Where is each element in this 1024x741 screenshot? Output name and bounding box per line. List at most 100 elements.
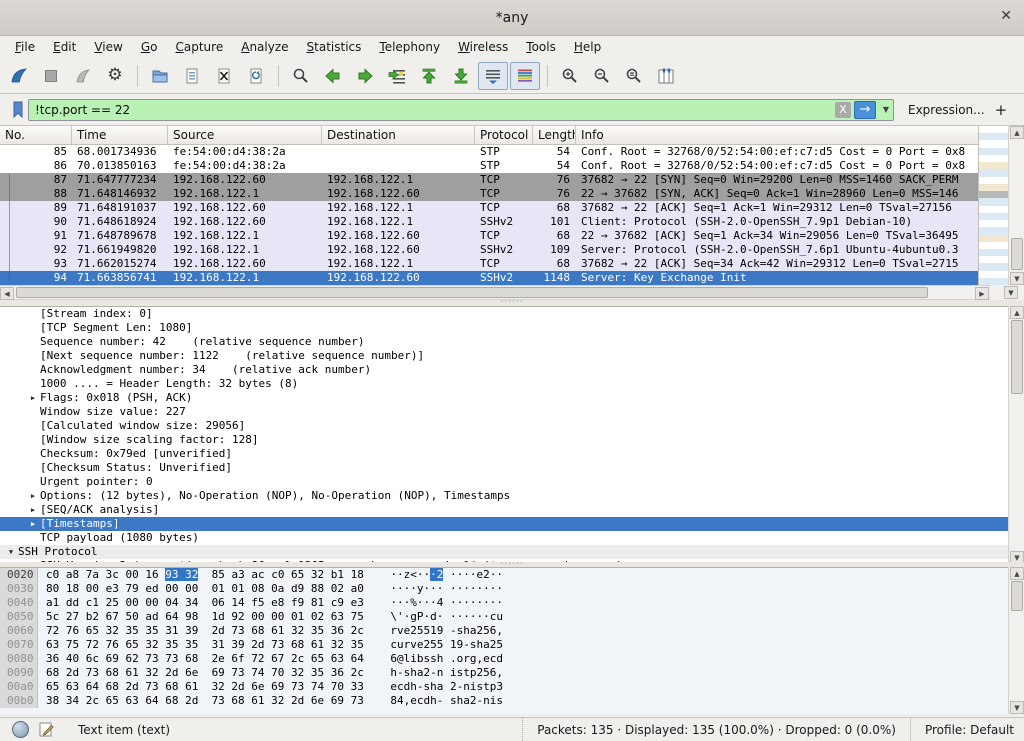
detail-vscrollbar[interactable]: ▲ ▼ bbox=[1008, 306, 1024, 564]
filter-dropdown-icon[interactable]: ▼ bbox=[879, 105, 893, 114]
detail-line[interactable]: Checksum: 0x79ed [unverified] bbox=[0, 447, 1008, 461]
menu-item-analyze[interactable]: Analyze bbox=[232, 38, 297, 56]
capture-options-icon[interactable]: ⚙ bbox=[100, 62, 130, 90]
expert-info-icon[interactable] bbox=[12, 721, 29, 738]
intelligent-scrollbar[interactable] bbox=[978, 126, 1008, 285]
column-header-destination[interactable]: Destination bbox=[322, 126, 475, 144]
scroll-thumb[interactable] bbox=[1011, 581, 1023, 611]
detail-line[interactable]: [Calculated window size: 29056] bbox=[0, 419, 1008, 433]
scroll-thumb[interactable] bbox=[16, 287, 928, 298]
column-header-no[interactable]: No. bbox=[0, 126, 72, 144]
filter-apply-icon[interactable]: → bbox=[854, 101, 876, 119]
hex-row[interactable]: 00505c 27 b2 67 50 ad 64 98 1d 92 00 00 … bbox=[0, 610, 1008, 624]
detail-line[interactable]: Urgent pointer: 0 bbox=[0, 475, 1008, 489]
menu-item-capture[interactable]: Capture bbox=[166, 38, 232, 56]
filter-bookmark-icon[interactable] bbox=[8, 99, 28, 121]
scroll-down-icon[interactable]: ▼ bbox=[1010, 272, 1024, 285]
hex-row[interactable]: 0020c0 a8 7a 3c 00 16 93 32 85 a3 ac c0 … bbox=[0, 568, 1008, 582]
menu-item-tools[interactable]: Tools bbox=[517, 38, 565, 56]
hex-row[interactable]: 008036 40 6c 69 62 73 73 68 2e 6f 72 67 … bbox=[0, 652, 1008, 666]
scroll-down-icon[interactable]: ▼ bbox=[1004, 286, 1018, 299]
hex-row[interactable]: 006072 76 65 32 35 35 31 39 2d 73 68 61 … bbox=[0, 624, 1008, 638]
menu-item-wireless[interactable]: Wireless bbox=[449, 38, 517, 56]
hex-row[interactable]: 003080 18 00 e3 79 ed 00 00 01 01 08 0a … bbox=[0, 582, 1008, 596]
hex-bytes[interactable]: 68 2d 73 68 61 32 2d 6e 69 73 74 70 32 3… bbox=[38, 666, 503, 680]
menu-item-telephony[interactable]: Telephony bbox=[370, 38, 449, 56]
expand-icon[interactable]: ▶ bbox=[26, 489, 40, 503]
packet-row[interactable]: 8871.648146932192.168.122.1192.168.122.6… bbox=[0, 187, 978, 201]
scroll-right-icon[interactable]: ▶ bbox=[975, 287, 989, 300]
reload-file-icon[interactable] bbox=[241, 62, 271, 90]
detail-line[interactable]: [Next sequence number: 1122 (relative se… bbox=[0, 349, 1008, 363]
hex-bytes[interactable]: 36 40 6c 69 62 73 73 68 2e 6f 72 67 2c 6… bbox=[38, 652, 503, 666]
expression-button[interactable]: Expression... bbox=[908, 103, 985, 117]
detail-line[interactable]: [TCP Segment Len: 1080] bbox=[0, 321, 1008, 335]
hex-bytes[interactable]: 5c 27 b2 67 50 ad 64 98 1d 92 00 00 01 0… bbox=[38, 610, 503, 624]
packet-list-vscrollbar[interactable]: ▲ ▼ bbox=[1008, 126, 1024, 285]
go-to-top-icon[interactable] bbox=[414, 62, 444, 90]
hex-row[interactable]: 007063 75 72 76 65 32 35 35 31 39 2d 73 … bbox=[0, 638, 1008, 652]
hex-bytes[interactable]: 63 75 72 76 65 32 35 35 31 39 2d 73 68 6… bbox=[38, 638, 503, 652]
title-bar[interactable]: *any ✕ bbox=[0, 0, 1024, 36]
scroll-down-icon[interactable]: ▼ bbox=[1010, 701, 1024, 714]
find-packet-icon[interactable] bbox=[286, 62, 316, 90]
scroll-up-icon[interactable]: ▲ bbox=[1010, 126, 1024, 139]
add-filter-button[interactable]: + bbox=[985, 101, 1018, 119]
detail-line[interactable]: ▶Flags: 0x018 (PSH, ACK) bbox=[0, 391, 1008, 405]
scroll-thumb[interactable] bbox=[1011, 320, 1023, 394]
restart-capture-icon[interactable] bbox=[68, 62, 98, 90]
packet-row[interactable]: 9371.662015274192.168.122.60192.168.122.… bbox=[0, 257, 978, 271]
detail-line[interactable]: Acknowledgment number: 34 (relative ack … bbox=[0, 363, 1008, 377]
menu-item-statistics[interactable]: Statistics bbox=[298, 38, 371, 56]
collapse-icon[interactable]: ▼ bbox=[4, 545, 18, 559]
menu-item-view[interactable]: View bbox=[85, 38, 131, 56]
packet-row[interactable]: 9171.648789678192.168.122.1192.168.122.6… bbox=[0, 229, 978, 243]
save-file-icon[interactable] bbox=[177, 62, 207, 90]
detail-line[interactable]: [Window size scaling factor: 128] bbox=[0, 433, 1008, 447]
auto-scroll-icon[interactable] bbox=[478, 62, 508, 90]
hex-bytes[interactable]: 38 34 2c 65 63 64 68 2d 73 68 61 32 2d 6… bbox=[38, 694, 503, 708]
packet-row[interactable]: 9271.661949820192.168.122.1192.168.122.6… bbox=[0, 243, 978, 257]
zoom-original-icon[interactable] bbox=[619, 62, 649, 90]
detail-line[interactable]: ▼SSH Protocol bbox=[0, 545, 1008, 559]
detail-line[interactable]: 1000 .... = Header Length: 32 bytes (8) bbox=[0, 377, 1008, 391]
expand-icon[interactable]: ▶ bbox=[26, 517, 40, 531]
detail-line[interactable]: Window size value: 227 bbox=[0, 405, 1008, 419]
zoom-in-icon[interactable] bbox=[555, 62, 585, 90]
zoom-out-icon[interactable] bbox=[587, 62, 617, 90]
go-to-packet-icon[interactable] bbox=[382, 62, 412, 90]
capture-comment-icon[interactable] bbox=[39, 722, 54, 737]
go-back-icon[interactable] bbox=[318, 62, 348, 90]
scroll-up-icon[interactable]: ▲ bbox=[1010, 567, 1024, 580]
expand-icon[interactable]: ▶ bbox=[26, 391, 40, 405]
close-icon[interactable]: ✕ bbox=[1000, 8, 1012, 24]
detail-line[interactable]: [Checksum Status: Unverified] bbox=[0, 461, 1008, 475]
packet-row[interactable]: 8771.647777234192.168.122.60192.168.122.… bbox=[0, 173, 978, 187]
packet-row[interactable]: 9471.663856741192.168.122.1192.168.122.6… bbox=[0, 271, 978, 285]
hex-bytes[interactable]: 80 18 00 e3 79 ed 00 00 01 01 08 0a d9 8… bbox=[38, 582, 503, 596]
scroll-thumb[interactable] bbox=[1011, 238, 1023, 270]
start-capture-icon[interactable] bbox=[4, 62, 34, 90]
column-header-time[interactable]: Time bbox=[72, 126, 168, 144]
close-file-icon[interactable] bbox=[209, 62, 239, 90]
packet-row[interactable]: 8670.013850163fe:54:00:d4:38:2aSTP54Conf… bbox=[0, 159, 978, 173]
column-header-source[interactable]: Source bbox=[168, 126, 322, 144]
packet-list-header[interactable]: No. Time Source Destination Protocol Len… bbox=[0, 126, 978, 145]
resize-columns-icon[interactable] bbox=[651, 62, 681, 90]
menu-item-edit[interactable]: Edit bbox=[44, 38, 85, 56]
go-to-bottom-icon[interactable] bbox=[446, 62, 476, 90]
hex-row[interactable]: 009068 2d 73 68 61 32 2d 6e 69 73 74 70 … bbox=[0, 666, 1008, 680]
detail-line[interactable]: [Stream index: 0] bbox=[0, 307, 1008, 321]
display-filter-input[interactable] bbox=[29, 102, 835, 118]
expand-icon[interactable]: ▶ bbox=[26, 503, 40, 517]
hex-bytes[interactable]: 72 76 65 32 35 35 31 39 2d 73 68 61 32 3… bbox=[38, 624, 503, 638]
colorize-icon[interactable] bbox=[510, 62, 540, 90]
detail-line[interactable]: ▶Options: (12 bytes), No-Operation (NOP)… bbox=[0, 489, 1008, 503]
packet-row[interactable]: 9071.648618924192.168.122.60192.168.122.… bbox=[0, 215, 978, 229]
hex-row[interactable]: 00a065 63 64 68 2d 73 68 61 32 2d 6e 69 … bbox=[0, 680, 1008, 694]
packet-list-hscrollbar[interactable]: ◀ ▶ bbox=[0, 285, 990, 300]
detail-line[interactable]: TCP payload (1080 bytes) bbox=[0, 531, 1008, 545]
menu-item-file[interactable]: File bbox=[6, 38, 44, 56]
hex-vscrollbar[interactable]: ▲ ▼ bbox=[1008, 567, 1024, 714]
column-header-info[interactable]: Info bbox=[576, 126, 978, 144]
